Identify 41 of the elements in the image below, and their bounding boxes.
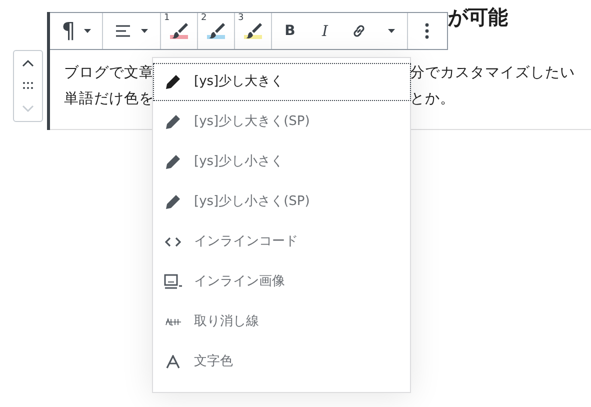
align-left-icon	[115, 24, 131, 38]
caret-icon	[388, 29, 395, 33]
code-icon	[165, 236, 181, 248]
bold-button[interactable]: B	[272, 13, 308, 49]
move-up-icon	[22, 58, 34, 67]
link-icon	[351, 23, 367, 39]
paragraph-dropdown[interactable]: ¶	[50, 13, 102, 49]
heading-text: が可能	[448, 4, 508, 30]
highlight-button[interactable]: 3	[235, 13, 272, 49]
caret-icon	[84, 29, 90, 33]
caret-icon	[141, 29, 148, 33]
text-color-icon	[166, 355, 180, 369]
brush-icon	[243, 21, 263, 41]
paragraph-text: とか。	[410, 90, 455, 109]
paragraph-text: 単語だけ色を	[64, 90, 154, 109]
paragraph-text: ブログで文章	[64, 64, 154, 83]
brush-icon	[206, 21, 226, 41]
strikethrough-icon	[165, 318, 181, 326]
menu-item[interactable]: [ys]少し小さく(SP)	[153, 183, 411, 221]
drag-icon	[23, 82, 33, 90]
menu-item[interactable]: [ys]少し小さく	[153, 143, 411, 181]
drag-handle[interactable]	[23, 82, 33, 90]
paragraph-text: 分でカスタマイズしたい	[410, 64, 575, 83]
pencil-icon	[165, 74, 181, 90]
menu-item[interactable]: インラインコード	[153, 223, 411, 261]
menu-item[interactable]: 文字色	[153, 343, 411, 381]
highlight-button[interactable]: 1	[161, 13, 198, 49]
move-down-icon	[22, 105, 34, 114]
move-up-button[interactable]	[22, 58, 34, 67]
pencil-icon	[165, 194, 181, 210]
pencil-icon	[165, 154, 181, 170]
brush-icon	[169, 21, 189, 41]
italic-button[interactable]: I	[308, 13, 342, 49]
highlight-button[interactable]: 2	[198, 13, 235, 49]
image-icon	[164, 274, 182, 290]
menu-item[interactable]: インライン画像	[153, 263, 411, 301]
pencil-icon	[165, 114, 181, 130]
more-vertical-icon	[425, 23, 429, 39]
menu-item[interactable]: [ys]少し大きく	[153, 63, 411, 101]
menu-item[interactable]: [ys]少し大きく(SP)	[153, 103, 411, 141]
menu-item[interactable]: 取り消し線	[153, 303, 411, 341]
